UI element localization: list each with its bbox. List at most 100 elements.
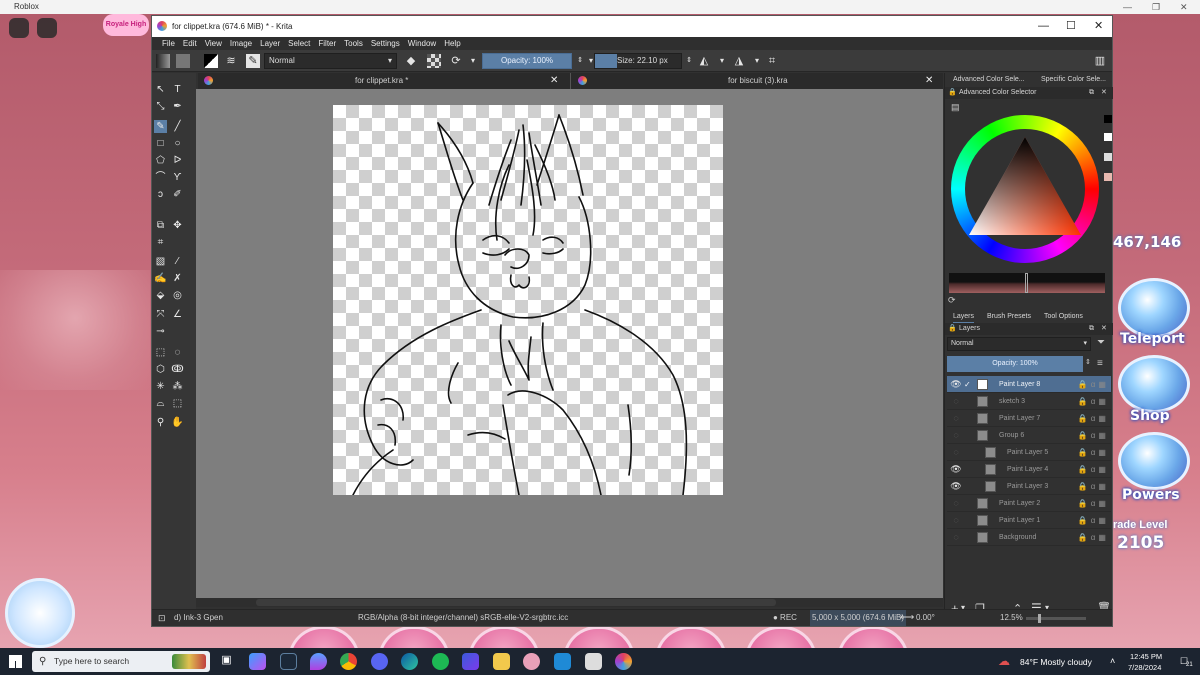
measure-tool-icon[interactable]: ∠ — [171, 308, 184, 321]
menu-settings[interactable]: Settings — [367, 37, 404, 50]
windows-start-icon[interactable] — [9, 655, 22, 668]
layer-row[interactable]: 👁 ✓ Paint Layer 8 🔒α▦ — [947, 376, 1111, 393]
layer-flags-icon[interactable]: 🔒α▦ — [1078, 529, 1109, 546]
teleport-wand-icon[interactable] — [1118, 278, 1190, 338]
close-docker-icon[interactable]: ✕ — [1101, 87, 1107, 99]
color-swatch-gray[interactable] — [1104, 153, 1112, 161]
close-tab-icon[interactable]: ✕ — [925, 73, 933, 89]
menu-edit[interactable]: Edit — [179, 37, 201, 50]
tab-brush-presets[interactable]: Brush Presets — [987, 310, 1031, 324]
vscode-icon[interactable] — [554, 653, 571, 670]
layer-row[interactable]: ◌ Group 6 🔒α▦ — [947, 427, 1111, 444]
copilot-icon[interactable] — [249, 653, 266, 670]
layer-flags-icon[interactable]: 🔒α▦ — [1078, 461, 1109, 478]
polygon-tool-icon[interactable]: ⬠ — [154, 154, 167, 167]
tab-tool-options[interactable]: Tool Options — [1044, 310, 1083, 324]
tab-layers[interactable]: Layers — [953, 310, 975, 324]
roblox-menu-icon[interactable] — [9, 18, 29, 38]
media-player-icon[interactable] — [462, 653, 479, 670]
blend-mode-select[interactable]: Normal ▾ — [264, 53, 397, 69]
zoom-slider[interactable] — [1026, 614, 1086, 623]
gradient-tool-icon[interactable]: ▧ — [154, 255, 167, 268]
visibility-on-icon[interactable]: 👁 — [950, 461, 962, 478]
layer-flags-icon[interactable]: 🔒α▦ — [1078, 495, 1109, 512]
chevron-down-icon[interactable]: ▾ — [715, 54, 729, 68]
shop-button[interactable]: Shop — [1130, 408, 1170, 424]
select-shape-icon[interactable]: ↖ — [154, 83, 167, 96]
freehand-select-icon[interactable]: ↂ — [171, 363, 184, 376]
steam-icon[interactable] — [280, 653, 297, 670]
layer-flags-icon[interactable]: 🔒α▦ — [1078, 444, 1109, 461]
smart-patch-icon[interactable]: ✗ — [171, 272, 184, 285]
menu-select[interactable]: Select — [284, 37, 314, 50]
refresh-colors-icon[interactable]: ⟳ — [948, 295, 956, 306]
weather-text[interactable]: 84°F Mostly cloudy — [1020, 657, 1092, 667]
menu-help[interactable]: Help — [440, 37, 464, 50]
colorize-mask-icon[interactable]: ✍ — [154, 272, 167, 285]
visibility-off-icon[interactable]: ◌ — [950, 512, 962, 529]
opacity-slider[interactable]: Opacity: 100% — [482, 53, 572, 69]
menu-image[interactable]: Image — [226, 37, 256, 50]
wrap-around-icon[interactable]: ⌗ — [765, 54, 779, 68]
filter-icon[interactable]: ⏷ — [1097, 337, 1105, 348]
multibrush-icon[interactable]: ✐ — [171, 188, 184, 201]
fg-bg-color-icon[interactable] — [204, 54, 218, 68]
menu-file[interactable]: File — [158, 37, 179, 50]
edge-icon[interactable] — [401, 653, 418, 670]
hue-ring[interactable] — [951, 115, 1099, 263]
powers-flower-icon[interactable] — [1118, 432, 1190, 490]
menu-window[interactable]: Window — [404, 37, 440, 50]
avatar-app-icon[interactable] — [523, 653, 540, 670]
color-picker-icon[interactable]: ⁄ — [171, 255, 184, 268]
chevron-down-icon[interactable]: ▾ — [750, 54, 764, 68]
task-view-icon[interactable]: ▣ — [218, 653, 235, 670]
contiguous-select-icon[interactable]: ✳ — [154, 380, 167, 393]
canvas-viewport[interactable] — [196, 89, 943, 598]
menu-tools[interactable]: Tools — [340, 37, 367, 50]
float-docker-icon[interactable]: ⧉ — [1089, 87, 1094, 99]
visibility-off-icon[interactable]: ◌ — [950, 410, 962, 427]
layer-opacity-slider[interactable]: Opacity: 100% — [947, 356, 1083, 372]
layer-row[interactable]: ◌ Paint Layer 2 🔒α▦ — [947, 495, 1111, 512]
float-docker-icon[interactable]: ⧉ — [1089, 323, 1094, 335]
clock-time[interactable]: 12:45 PM — [1130, 652, 1162, 661]
roblox-icon[interactable] — [585, 653, 602, 670]
gradient-icon[interactable] — [156, 54, 170, 68]
layer-menu-icon[interactable]: ≡ — [1097, 358, 1103, 369]
rectangle-tool-icon[interactable]: □ — [154, 137, 167, 150]
color-swatch-peach[interactable] — [1104, 173, 1112, 181]
layer-flags-icon[interactable]: 🔒α▦ — [1078, 512, 1109, 529]
tab-for-biscuit[interactable]: for biscuit (3).kra — [728, 73, 788, 89]
eraser-icon[interactable]: ◆ — [404, 54, 418, 68]
menu-view[interactable]: View — [201, 37, 226, 50]
ellipse-select-icon[interactable]: ◌ — [171, 346, 184, 359]
spin-arrows-icon[interactable]: ⇕ — [682, 54, 696, 68]
dynamic-brush-icon[interactable]: ↄ — [154, 188, 167, 201]
spin-arrows-icon[interactable]: ⇕ — [1085, 358, 1091, 366]
powers-button[interactable]: Powers — [1122, 487, 1180, 503]
polygon-select-icon[interactable]: ⬡ — [154, 363, 167, 376]
layer-row[interactable]: ◌ Paint Layer 1 🔒α▦ — [947, 512, 1111, 529]
lock-icon[interactable]: 🔒 — [948, 323, 957, 335]
maximize-icon[interactable]: ❐ — [1152, 0, 1160, 14]
transform-tool-icon[interactable]: ⧉ — [154, 219, 167, 232]
visibility-on-icon[interactable]: 👁 — [950, 376, 962, 393]
polyline-tool-icon[interactable]: ᐅ — [171, 154, 184, 167]
color-history-strip[interactable] — [949, 273, 1105, 293]
chrome-icon[interactable] — [340, 653, 357, 670]
rotate-canvas-icon[interactable]: ⟷ — [900, 610, 914, 626]
brush-preset-icon[interactable]: ✎ — [246, 54, 260, 68]
close-tab-icon[interactable]: ✕ — [550, 73, 558, 89]
freehand-path-icon[interactable]: ϒ — [171, 171, 184, 184]
reference-images-icon[interactable]: ⊸ — [154, 325, 167, 338]
color-swatch-black[interactable] — [1104, 115, 1112, 123]
close-icon[interactable]: ✕ — [1180, 0, 1188, 14]
krita-taskbar-icon[interactable] — [615, 653, 632, 670]
chat-icon[interactable] — [37, 18, 57, 38]
pattern-icon[interactable] — [176, 54, 190, 68]
ellipse-tool-icon[interactable]: ○ — [171, 137, 184, 150]
bezier-select-icon[interactable]: ⌓ — [154, 397, 167, 410]
record-indicator[interactable]: ● REC — [773, 610, 797, 626]
layer-flags-icon[interactable]: 🔒α▦ — [1078, 427, 1109, 444]
color-settings-icon[interactable]: ▤ — [951, 102, 960, 113]
